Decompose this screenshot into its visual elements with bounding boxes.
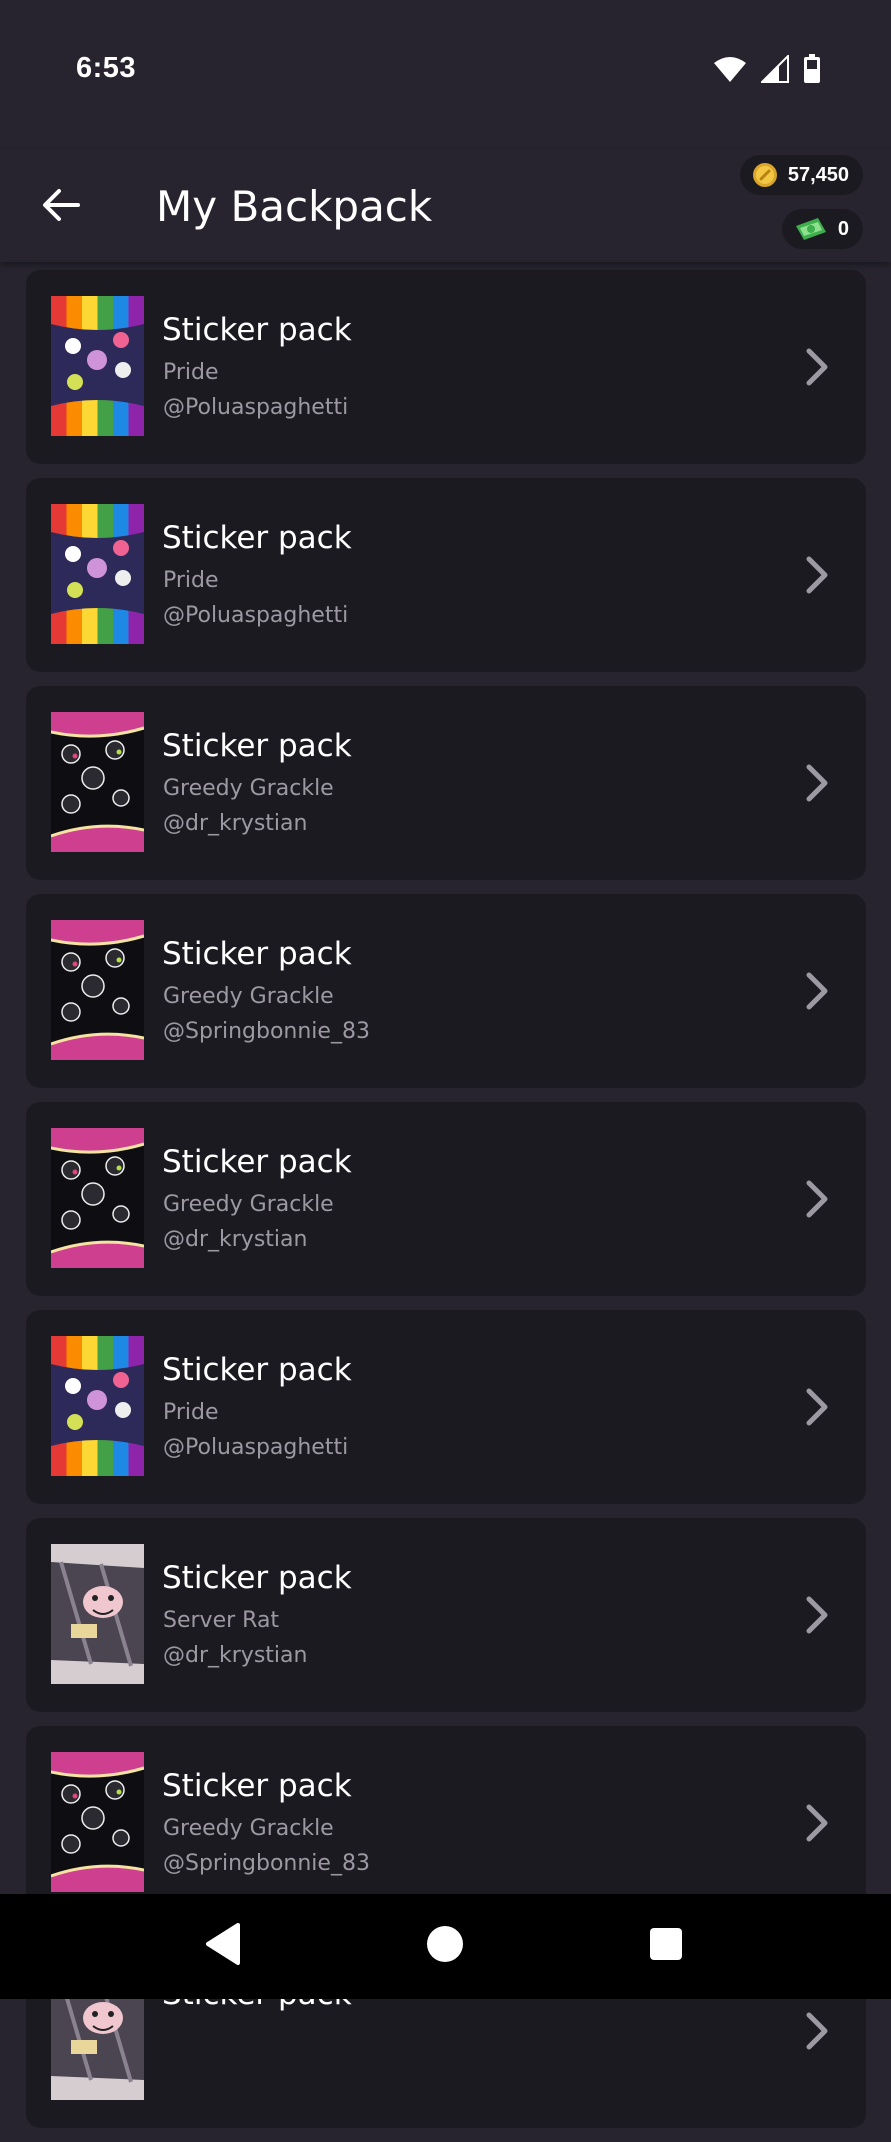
sticker-pack-image bbox=[51, 1544, 144, 1684]
item-subtitle: Pride bbox=[163, 568, 219, 593]
item-owner: @dr_krystian bbox=[163, 811, 308, 836]
status-icons bbox=[713, 54, 821, 84]
sticker-pack-image bbox=[50, 1128, 145, 1268]
chevron-right-icon bbox=[806, 556, 828, 594]
chevron-right-icon bbox=[806, 764, 828, 802]
cash-icon bbox=[795, 218, 826, 240]
item-subtitle: Greedy Grackle bbox=[163, 1192, 334, 1217]
chevron-right-icon bbox=[806, 1596, 828, 1634]
app-bar: My Backpack 57,450 0 bbox=[0, 150, 891, 262]
item-title: Sticker pack bbox=[162, 1352, 352, 1388]
page-title: My Backpack bbox=[156, 182, 433, 231]
item-owner: @Poluaspaghetti bbox=[163, 395, 349, 420]
item-owner: @Springbonnie_83 bbox=[163, 1019, 370, 1044]
item-subtitle: Pride bbox=[163, 360, 219, 385]
sticker-pack-image bbox=[50, 1752, 145, 1892]
nav-recents-icon[interactable] bbox=[648, 1922, 684, 1966]
sticker-pack-image bbox=[50, 712, 145, 852]
chevron-right-icon bbox=[806, 972, 828, 1010]
item-owner: @dr_krystian bbox=[163, 1643, 308, 1668]
sticker-pack-item[interactable]: Sticker pack Server Rat @dr_krystian bbox=[26, 1518, 866, 1712]
item-subtitle: Greedy Grackle bbox=[163, 776, 334, 801]
coin-count: 57,450 bbox=[787, 163, 849, 186]
status-time: 6:53 bbox=[76, 52, 137, 84]
item-owner: @dr_krystian bbox=[163, 1227, 308, 1252]
wifi-icon bbox=[714, 57, 746, 82]
item-title: Sticker pack bbox=[162, 728, 352, 764]
sticker-pack-item[interactable]: Sticker pack Greedy Grackle @dr_krystian bbox=[26, 1102, 866, 1296]
sticker-pack-image bbox=[50, 920, 145, 1060]
arrow-back-icon bbox=[43, 189, 80, 221]
sticker-pack-item[interactable]: Sticker pack Greedy Grackle @Springbonnie_… bbox=[26, 1726, 866, 1920]
navigation-bar bbox=[0, 1894, 891, 1999]
chevron-right-icon bbox=[806, 1180, 828, 1218]
item-subtitle: Greedy Grackle bbox=[163, 984, 334, 1009]
battery-icon bbox=[804, 54, 820, 83]
item-title: Sticker pack bbox=[162, 1144, 352, 1180]
nav-home-icon[interactable] bbox=[425, 1922, 465, 1966]
item-owner: @Poluaspaghetti bbox=[163, 1435, 349, 1460]
item-title: Sticker pack bbox=[162, 312, 352, 348]
chevron-right-icon bbox=[806, 2012, 828, 2050]
chevron-right-icon bbox=[806, 1804, 828, 1842]
status-bar: 6:53 bbox=[0, 0, 891, 150]
sticker-pack-image bbox=[51, 1336, 144, 1476]
sticker-pack-item[interactable]: Sticker pack Pride @Poluaspaghetti bbox=[26, 1310, 866, 1504]
item-subtitle: Pride bbox=[163, 1400, 219, 1425]
sticker-pack-item[interactable]: Sticker pack Greedy Grackle @Springbonnie_… bbox=[26, 894, 866, 1088]
item-owner: @Poluaspaghetti bbox=[163, 603, 349, 628]
item-subtitle: Greedy Grackle bbox=[163, 1816, 334, 1841]
sticker-pack-item[interactable]: Sticker pack Greedy Grackle @dr_krystian bbox=[26, 686, 866, 880]
sticker-pack-item[interactable]: Sticker pack Pride @Poluaspaghetti bbox=[26, 270, 866, 464]
item-subtitle: Server Rat bbox=[163, 1608, 280, 1633]
cellular-signal-icon bbox=[761, 55, 789, 83]
item-title: Sticker pack bbox=[162, 1560, 352, 1596]
coin-balance[interactable]: 57,450 bbox=[739, 155, 863, 195]
nav-back-icon[interactable] bbox=[204, 1922, 242, 1966]
item-title: Sticker pack bbox=[162, 520, 352, 556]
sticker-pack-item[interactable]: Sticker pack Pride @Poluaspaghetti bbox=[26, 478, 866, 672]
cash-count: 0 bbox=[837, 217, 849, 240]
chevron-right-icon bbox=[806, 1388, 828, 1426]
sticker-pack-image bbox=[51, 504, 144, 644]
sticker-pack-image bbox=[51, 296, 144, 436]
item-owner: @Springbonnie_83 bbox=[163, 1851, 370, 1876]
item-title: Sticker pack bbox=[162, 936, 352, 972]
coin-icon bbox=[752, 163, 777, 187]
back-button[interactable] bbox=[36, 180, 86, 230]
sticker-pack-list: Sticker pack Pride @Poluaspaghetti Sticker … bbox=[26, 270, 866, 2142]
chevron-right-icon bbox=[806, 348, 828, 386]
cash-balance[interactable]: 0 bbox=[781, 209, 863, 249]
item-title: Sticker pack bbox=[162, 1768, 352, 1804]
